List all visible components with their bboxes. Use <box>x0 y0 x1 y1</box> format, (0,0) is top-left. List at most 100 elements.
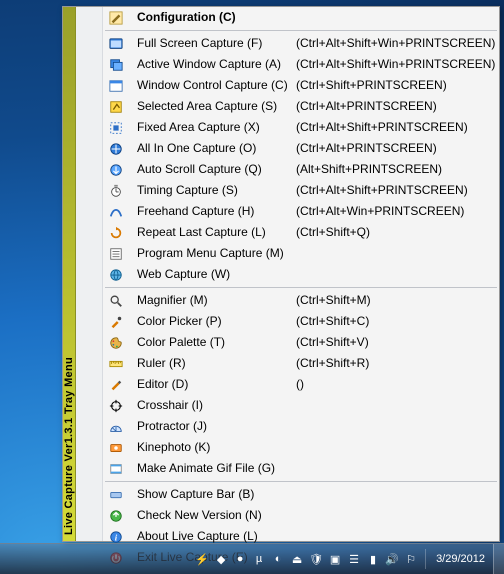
menu-item-label: Fixed Area Capture (X) <box>129 117 292 138</box>
menu-item-editor[interactable]: Editor (D)() <box>103 374 501 395</box>
menu-item-all-in-one-capture[interactable]: All In One Capture (O)(Ctrl+Alt+PRINTSCR… <box>103 138 501 159</box>
menu-item-shortcut: () <box>292 374 495 395</box>
ruler-icon <box>103 353 129 374</box>
menu-item-label: Make Animate Gif File (G) <box>129 458 292 479</box>
timing-icon <box>103 180 129 201</box>
menu-item-label: Kinephoto (K) <box>129 437 292 458</box>
menu-item-color-palette[interactable]: Color Palette (T)(Ctrl+Shift+V) <box>103 332 501 353</box>
magnifier-icon <box>103 290 129 311</box>
menu-item-shortcut: (Ctrl+Shift+Q) <box>292 222 495 243</box>
menu-title-stripe: Live Capture Ver1.3.1 Tray Menu <box>63 7 76 541</box>
editor-icon <box>103 374 129 395</box>
menu-item-label: Ruler (R) <box>129 353 292 374</box>
protractor-icon <box>103 416 129 437</box>
menu-item-label: Color Picker (P) <box>129 311 292 332</box>
menu-item-label: All In One Capture (O) <box>129 138 292 159</box>
menu-item-label: Color Palette (T) <box>129 332 292 353</box>
menu-item-ruler[interactable]: Ruler (R)(Ctrl+Shift+R) <box>103 353 501 374</box>
tray-utorrent-icon[interactable]: µ <box>251 551 267 567</box>
menu-item-magnifier[interactable]: Magnifier (M)(Ctrl+Shift+M) <box>103 290 501 311</box>
taskbar-clock[interactable]: 3/29/2012 <box>428 553 493 565</box>
menu-item-shortcut: (Ctrl+Shift+M) <box>292 290 495 311</box>
menu-item-protractor[interactable]: Protractor (J) <box>103 416 501 437</box>
repeat-icon <box>103 222 129 243</box>
menu-item-make-animate-gif[interactable]: Make Animate Gif File (G) <box>103 458 501 479</box>
menu-item-check-new-version[interactable]: Check New Version (N) <box>103 505 501 526</box>
configuration-icon <box>103 7 129 28</box>
menu-item-label: Repeat Last Capture (L) <box>129 222 292 243</box>
menu-item-label: Show Capture Bar (B) <box>129 484 292 505</box>
menu-item-label: Web Capture (W) <box>129 264 292 285</box>
menu-item-shortcut: (Ctrl+Alt+PRINTSCREEN) <box>292 138 495 159</box>
active-window-icon <box>103 54 129 75</box>
menu-item-color-picker[interactable]: Color Picker (P)(Ctrl+Shift+C) <box>103 311 501 332</box>
color-palette-icon <box>103 332 129 353</box>
window-control-icon <box>103 75 129 96</box>
menu-item-label: Selected Area Capture (S) <box>129 96 292 117</box>
menu-item-window-control-capture[interactable]: Window Control Capture (C)(Ctrl+Shift+PR… <box>103 75 501 96</box>
menu-item-active-window-capture[interactable]: Active Window Capture (A)(Ctrl+Alt+Shift… <box>103 54 501 75</box>
autoscroll-icon <box>103 159 129 180</box>
taskbar: ⚡◆●µ◐⏏🛡▣☰▮🔊⚐ 3/29/2012 <box>0 543 504 574</box>
menu-item-timing-capture[interactable]: Timing Capture (S)(Ctrl+Alt+Shift+PRINTS… <box>103 180 501 201</box>
menu-item-shortcut: (Ctrl+Shift+R) <box>292 353 495 374</box>
menu-item-label: Active Window Capture (A) <box>129 54 292 75</box>
menu-title-text: Live Capture Ver1.3.1 Tray Menu <box>63 351 75 541</box>
tray-app5-icon[interactable]: ☰ <box>346 551 362 567</box>
menu-item-fixed-area-capture[interactable]: Fixed Area Capture (X)(Ctrl+Alt+Shift+PR… <box>103 117 501 138</box>
fullscreen-icon <box>103 33 129 54</box>
menu-item-shortcut: (Ctrl+Alt+Shift+Win+PRINTSCREEN) <box>292 33 495 54</box>
menu-item-kinephoto[interactable]: Kinephoto (K) <box>103 437 501 458</box>
menu-item-label: Protractor (J) <box>129 416 292 437</box>
menu-item-label: Freehand Capture (H) <box>129 201 292 222</box>
menu-item-shortcut: (Ctrl+Alt+Win+PRINTSCREEN) <box>292 201 495 222</box>
tray-network-icon[interactable]: ▮ <box>365 551 381 567</box>
tray-safeeject-icon[interactable]: ⏏ <box>289 551 305 567</box>
desktop: Live Capture Ver1.3.1 Tray Menu Configur… <box>0 0 504 574</box>
kinephoto-icon <box>103 437 129 458</box>
tray-flag-icon[interactable]: ⚐ <box>403 551 419 567</box>
tray-battery-icon[interactable]: ⚡ <box>194 551 210 567</box>
tray-app3-icon[interactable]: ◐ <box>270 551 286 567</box>
menu-item-shortcut: (Ctrl+Alt+Shift+PRINTSCREEN) <box>292 180 495 201</box>
context-menu: Live Capture Ver1.3.1 Tray Menu Configur… <box>62 6 500 542</box>
menu-item-shortcut: (Ctrl+Alt+Shift+PRINTSCREEN) <box>292 117 495 138</box>
menu-item-label: Crosshair (I) <box>129 395 292 416</box>
menu-item-full-screen-capture[interactable]: Full Screen Capture (F)(Ctrl+Alt+Shift+W… <box>103 33 501 54</box>
menu-item-configuration[interactable]: Configuration (C) <box>103 7 501 28</box>
menu-item-label: Window Control Capture (C) <box>129 75 292 96</box>
menu-item-label: Editor (D) <box>129 374 292 395</box>
menu-item-shortcut: (Ctrl+Shift+PRINTSCREEN) <box>292 75 495 96</box>
menu-item-label: Timing Capture (S) <box>129 180 292 201</box>
menu-item-freehand-capture[interactable]: Freehand Capture (H)(Ctrl+Alt+Win+PRINTS… <box>103 201 501 222</box>
tray-app4-icon[interactable]: ▣ <box>327 551 343 567</box>
menu-item-program-menu-capture[interactable]: Program Menu Capture (M) <box>103 243 501 264</box>
menu-item-shortcut: (Ctrl+Alt+PRINTSCREEN) <box>292 96 495 117</box>
web-icon <box>103 264 129 285</box>
tray-volume-icon[interactable]: 🔊 <box>384 551 400 567</box>
menu-item-web-capture[interactable]: Web Capture (W) <box>103 264 501 285</box>
menu-separator <box>105 481 497 482</box>
menu-item-show-capture-bar[interactable]: Show Capture Bar (B) <box>103 484 501 505</box>
menu-item-selected-area-capture[interactable]: Selected Area Capture (S)(Ctrl+Alt+PRINT… <box>103 96 501 117</box>
tray-shield-icon[interactable]: 🛡 <box>308 551 324 567</box>
menu-separator <box>105 287 497 288</box>
menu-separator <box>105 30 497 31</box>
tray-app1-icon[interactable]: ◆ <box>213 551 229 567</box>
menu-item-crosshair[interactable]: Crosshair (I) <box>103 395 501 416</box>
gif-icon <box>103 458 129 479</box>
program-menu-icon <box>103 243 129 264</box>
menu-item-label: Program Menu Capture (M) <box>129 243 292 264</box>
show-desktop-button[interactable] <box>493 544 504 574</box>
menu-item-auto-scroll-capture[interactable]: Auto Scroll Capture (Q)(Alt+Shift+PRINTS… <box>103 159 501 180</box>
capturebar-icon <box>103 484 129 505</box>
system-tray: ⚡◆●µ◐⏏🛡▣☰▮🔊⚐ <box>190 551 423 567</box>
menu-content: Configuration (C) Full Screen Capture (F)… <box>76 7 501 541</box>
selected-area-icon <box>103 96 129 117</box>
menu-item-label: Auto Scroll Capture (Q) <box>129 159 292 180</box>
tray-app2-icon[interactable]: ● <box>232 551 248 567</box>
menu-item-repeat-last-capture[interactable]: Repeat Last Capture (L)(Ctrl+Shift+Q) <box>103 222 501 243</box>
menu-item-shortcut: (Ctrl+Shift+C) <box>292 311 495 332</box>
menu-item-label: Check New Version (N) <box>129 505 292 526</box>
menu-icon-column <box>76 7 103 541</box>
